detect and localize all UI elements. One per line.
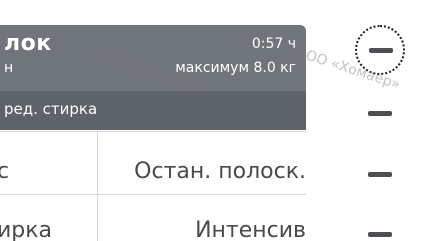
option-cell-row2-left[interactable]: ирка (0, 218, 52, 241)
selected-option-strip: ред. стирка (0, 91, 306, 130)
option-cell-intensive[interactable]: Интенсив (195, 218, 306, 241)
program-subtitle: н (4, 60, 14, 76)
level-dash-icon-4[interactable] (368, 232, 392, 237)
selected-option-label: ред. стирка (4, 100, 98, 118)
washer-program-screen: лок н 0:57 ч максимум 8.0 кг ред. стирка… (0, 0, 431, 241)
grid-divider-middle (0, 194, 306, 195)
remaining-time: 0:57 ч (251, 36, 296, 52)
level-dash-icon-3[interactable] (368, 172, 392, 177)
option-cell-row1-left[interactable]: с (0, 159, 9, 184)
program-name: лок (4, 31, 52, 56)
grid-divider-vertical (97, 131, 98, 241)
option-cell-stop-rinse[interactable]: Остан. полоск. (134, 159, 306, 184)
max-load-label: максимум 8.0 кг (175, 60, 296, 76)
grid-divider-top (0, 131, 306, 132)
level-dash-icon-2[interactable] (368, 111, 392, 116)
selected-level-dash-icon (369, 48, 393, 53)
